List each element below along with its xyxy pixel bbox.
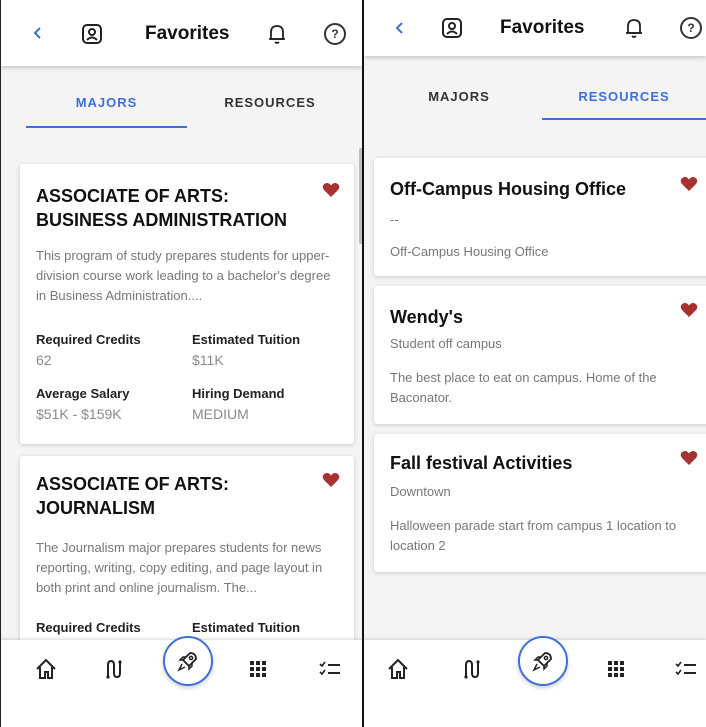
profile-icon (82, 24, 102, 44)
bottom-nav (364, 636, 706, 698)
bell-icon (626, 19, 642, 38)
right-screen: Favorites ? MAJORS RESOURCES Off-Campus … (364, 0, 706, 727)
resource-description: Halloween parade start from campus 1 loc… (390, 518, 677, 553)
home-icon[interactable] (34, 657, 58, 681)
profile-button[interactable] (440, 16, 464, 40)
major-title: ASSOCIATE OF ARTS: BUSINESS ADMINISTRATI… (36, 186, 288, 230)
resource-location: Student off campus (390, 336, 502, 351)
resource-description: Off-Campus Housing Office (390, 244, 549, 259)
resource-card[interactable]: Wendy's Student off campus The best plac… (374, 286, 706, 424)
safe-area (364, 698, 706, 727)
stat-value: MEDIUM (192, 406, 249, 422)
stat-label: Hiring Demand (192, 386, 285, 401)
checklist-icon[interactable] (674, 657, 698, 681)
resource-card[interactable]: Fall festival Activities Downtown Hallow… (374, 434, 706, 572)
checklist-icon[interactable] (318, 657, 342, 681)
resource-title: Wendy's (390, 307, 463, 327)
notifications-button[interactable] (624, 16, 644, 40)
resource-description: The best place to eat on campus. Home of… (390, 370, 657, 405)
stat-value: $11K (192, 352, 224, 368)
grid-icon[interactable] (246, 657, 270, 681)
grid-icon[interactable] (604, 657, 628, 681)
stat-value: 62 (36, 352, 52, 368)
active-tab-indicator (26, 126, 187, 128)
bottom-nav (0, 636, 362, 698)
heart-icon[interactable] (680, 176, 698, 192)
major-card[interactable]: ASSOCIATE OF ARTS: BUSINESS ADMINISTRATI… (20, 164, 354, 444)
heart-icon[interactable] (680, 450, 698, 466)
profile-button[interactable] (80, 22, 104, 46)
back-button[interactable] (390, 18, 410, 38)
home-icon[interactable] (386, 657, 410, 681)
resource-card[interactable]: Off-Campus Housing Office -- Off-Campus … (374, 158, 706, 276)
resource-title: Fall festival Activities (390, 453, 573, 473)
chevron-left-icon (395, 22, 403, 34)
notifications-button[interactable] (267, 22, 287, 46)
header: Favorites ? (364, 0, 706, 56)
back-button[interactable] (28, 23, 48, 43)
rocket-icon (177, 652, 197, 672)
left-screen: Favorites ? MAJORS RESOURCES ASSOCIATE O… (0, 0, 362, 727)
rocket-button[interactable] (518, 636, 568, 686)
help-button[interactable]: ? (324, 23, 346, 45)
page-title: Favorites (145, 23, 230, 44)
stat-label: Average Salary (36, 386, 130, 401)
tab-resources[interactable]: RESOURCES (190, 70, 350, 134)
tab-majors[interactable]: MAJORS (374, 64, 544, 128)
major-description: The Journalism major prepares students f… (36, 540, 323, 595)
rocket-button[interactable] (163, 636, 213, 686)
tab-majors[interactable]: MAJORS (26, 70, 187, 134)
help-icon: ? (324, 23, 346, 45)
profile-icon (442, 18, 462, 38)
stat-label: Estimated Tuition (192, 620, 301, 635)
major-description: This program of study prepares students … (36, 248, 331, 303)
rocket-icon (532, 652, 552, 672)
resource-title: Off-Campus Housing Office (390, 179, 627, 199)
heart-icon[interactable] (322, 182, 340, 198)
header: Favorites ? (0, 0, 362, 66)
resource-location: -- (390, 212, 399, 227)
page-title: Favorites (500, 17, 585, 38)
help-button[interactable]: ? (680, 17, 702, 39)
heart-icon[interactable] (680, 302, 698, 318)
stat-label: Required Credits (36, 332, 141, 347)
major-title: ASSOCIATE OF ARTS: JOURNALISM (36, 474, 229, 518)
stat-label: Required Credits (36, 620, 141, 635)
help-icon: ? (680, 17, 702, 39)
active-tab-indicator (542, 118, 706, 120)
bell-icon (269, 25, 285, 44)
route-icon[interactable] (102, 657, 126, 681)
resource-location: Downtown (390, 484, 451, 499)
chevron-left-icon (33, 27, 41, 39)
route-icon[interactable] (460, 657, 484, 681)
stat-label: Estimated Tuition (192, 332, 301, 347)
tab-bar: MAJORS RESOURCES (364, 64, 706, 128)
tab-bar: MAJORS RESOURCES (0, 70, 362, 134)
heart-icon[interactable] (322, 472, 340, 488)
stat-value: $51K - $159K (36, 406, 122, 422)
safe-area (0, 698, 362, 727)
